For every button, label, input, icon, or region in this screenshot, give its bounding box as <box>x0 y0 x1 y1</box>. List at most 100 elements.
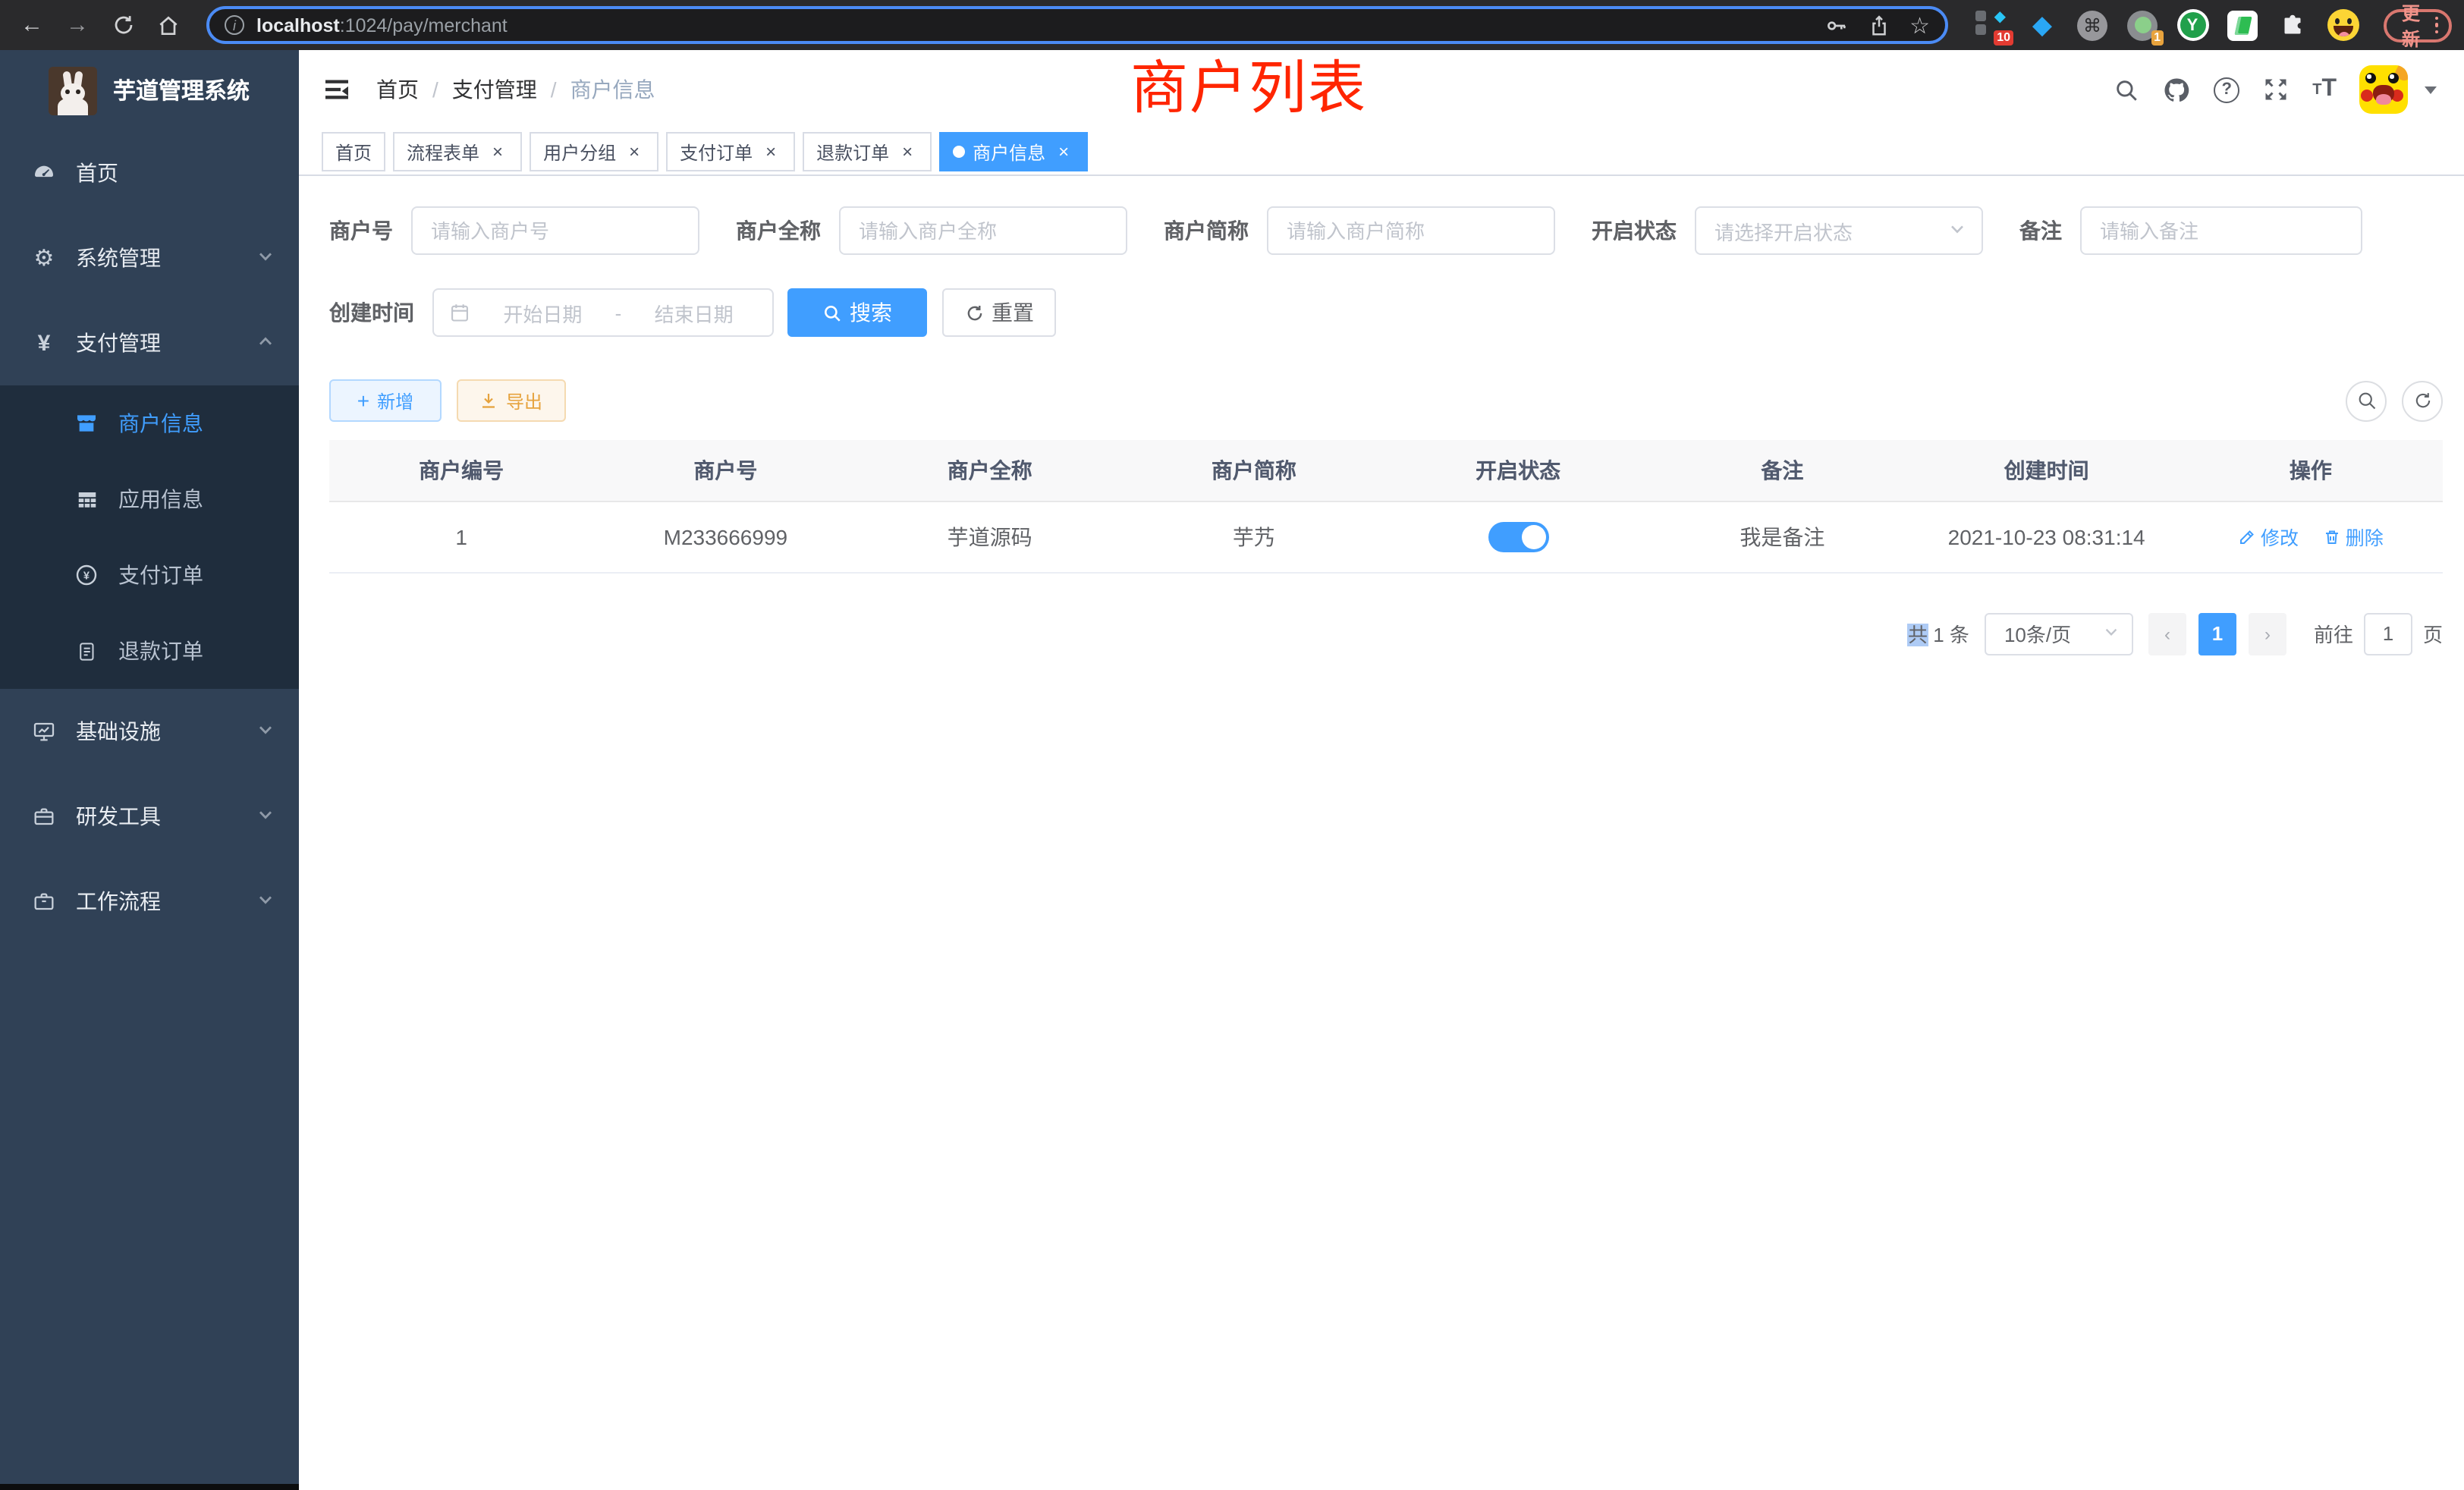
chevron-down-icon <box>256 246 275 270</box>
sidebar-item-system[interactable]: ⚙ 系统管理 <box>0 215 299 300</box>
sidebar-item-label: 系统管理 <box>76 243 161 273</box>
date-separator: - <box>615 301 622 324</box>
sidebar-item-merchant-info[interactable]: 商户信息 <box>0 385 299 461</box>
table-header-row: 商户编号 商户号 商户全称 商户简称 开启状态 备注 创建时间 操作 <box>329 440 2443 501</box>
leaf-icon <box>2233 16 2251 34</box>
status-select[interactable]: 请选择开启状态 <box>1695 206 1983 255</box>
font-size-button[interactable]: TT <box>2312 76 2337 103</box>
page-size-select[interactable]: 10条/页 <box>1985 612 2133 655</box>
sidebar-item-home[interactable]: 首页 <box>0 130 299 215</box>
extension-command-icon[interactable]: ⌘ <box>2076 7 2109 43</box>
prev-page-button[interactable]: ‹ <box>2148 612 2186 655</box>
cell-merchant-name: 芋道源码 <box>858 501 1122 572</box>
user-avatar[interactable] <box>2359 65 2408 114</box>
diamond-icon: ◆ <box>1994 8 2006 25</box>
url-text[interactable]: localhost:1024/pay/merchant <box>256 14 1811 36</box>
sidebar-item-app-info[interactable]: 应用信息 <box>0 461 299 537</box>
breadcrumb-separator: / <box>432 77 438 102</box>
site-info-icon[interactable]: i <box>225 15 244 35</box>
reset-button[interactable]: 重置 <box>942 288 1056 337</box>
sidebar-submenu-pay: 商户信息 应用信息 ¥ 支付订单 <box>0 385 299 689</box>
help-button[interactable]: ? <box>2214 77 2239 102</box>
create-time-label: 创建时间 <box>329 297 414 328</box>
merchant-short-input[interactable] <box>1267 206 1555 255</box>
add-button-label: 新增 <box>377 388 413 413</box>
avatar-dropdown-caret-icon[interactable] <box>2425 86 2437 93</box>
status-toggle[interactable] <box>1488 521 1548 552</box>
edit-link[interactable]: 修改 <box>2238 522 2299 551</box>
create-time-range-picker[interactable]: 开始日期 - 结束日期 <box>432 288 774 337</box>
sidebar-item-workflow[interactable]: 工作流程 <box>0 859 299 944</box>
close-icon[interactable]: × <box>897 141 918 162</box>
browser-reload-button[interactable] <box>103 5 143 45</box>
tab-label: 流程表单 <box>407 139 479 165</box>
gear-icon: ⚙ <box>30 244 58 272</box>
extension-y-icon[interactable]: Y <box>2176 7 2209 43</box>
remark-input[interactable] <box>2080 206 2362 255</box>
fullscreen-button[interactable] <box>2262 76 2290 103</box>
status-select-placeholder: 请选择开启状态 <box>1714 216 1853 245</box>
chevron-down-icon <box>256 804 275 828</box>
merchant-name-input[interactable] <box>839 206 1127 255</box>
sidebar-logo[interactable]: 芋道管理系统 <box>0 50 299 130</box>
start-date-placeholder[interactable]: 开始日期 <box>479 298 606 327</box>
tab-home[interactable]: 首页 <box>322 132 385 171</box>
share-icon[interactable] <box>1867 13 1890 37</box>
close-icon[interactable]: × <box>760 141 781 162</box>
total-rest: 1 条 <box>1933 624 1969 646</box>
refresh-table-button[interactable] <box>2402 380 2443 421</box>
tab-process-form[interactable]: 流程表单 × <box>393 132 522 171</box>
extension-status-icon[interactable]: 1 <box>2126 7 2159 43</box>
sidebar-item-refund-order[interactable]: 退款订单 <box>0 613 299 689</box>
sidebar-item-pay-order[interactable]: ¥ 支付订单 <box>0 537 299 613</box>
merchant-table: 商户编号 商户号 商户全称 商户简称 开启状态 备注 创建时间 操作 1 <box>329 440 2443 573</box>
question-icon: ? <box>2214 77 2239 102</box>
download-icon <box>480 391 498 410</box>
sidebar-item-infra[interactable]: 基础设施 <box>0 689 299 774</box>
goto-page-input[interactable] <box>2364 612 2412 655</box>
close-icon[interactable]: × <box>487 141 508 162</box>
refresh-icon <box>964 303 984 322</box>
breadcrumb: 首页 / 支付管理 / 商户信息 <box>376 74 655 105</box>
plus-icon: + <box>357 388 369 413</box>
breadcrumb-home[interactable]: 首页 <box>376 74 419 105</box>
header-search-button[interactable] <box>2114 77 2139 102</box>
sidebar-collapse-button[interactable] <box>322 74 352 105</box>
toggle-search-button[interactable] <box>2346 380 2387 421</box>
sidebar-item-devtools[interactable]: 研发工具 <box>0 774 299 859</box>
search-button[interactable]: 搜索 <box>787 288 927 337</box>
home-icon <box>156 13 181 37</box>
delete-link[interactable]: 删除 <box>2323 522 2384 551</box>
next-page-button[interactable]: › <box>2249 612 2286 655</box>
end-date-placeholder[interactable]: 结束日期 <box>630 298 757 327</box>
github-link[interactable] <box>2162 75 2191 104</box>
tab-user-group[interactable]: 用户分组× <box>530 132 658 171</box>
browser-home-button[interactable] <box>149 5 188 45</box>
browser-update-button[interactable]: 更新 <box>2384 8 2452 42</box>
extensions-menu-button[interactable] <box>2276 7 2309 43</box>
sidebar-item-pay[interactable]: ¥ 支付管理 <box>0 300 299 385</box>
browser-back-button[interactable]: ← <box>12 5 52 45</box>
goto-label: 前往 <box>2314 619 2353 648</box>
extension-devtool-icon[interactable]: ◆ 10 <box>1975 7 2009 43</box>
tab-pay-order[interactable]: 支付订单× <box>666 132 795 171</box>
export-button[interactable]: 导出 <box>457 379 566 422</box>
tab-merchant-info[interactable]: 商户信息× <box>939 132 1088 171</box>
chevron-down-icon <box>256 889 275 913</box>
bookmark-star-icon[interactable]: ☆ <box>1909 11 1930 39</box>
browser-profile-avatar[interactable] <box>2326 7 2359 43</box>
merchant-no-input[interactable] <box>411 206 699 255</box>
extension-gem-icon[interactable]: ◆ <box>2026 7 2059 43</box>
sidebar: 芋道管理系统 首页 ⚙ 系统管理 ¥ 支付管理 <box>0 50 299 1490</box>
breadcrumb-pay: 支付管理 <box>452 74 537 105</box>
kebab-menu-icon[interactable] <box>2434 17 2438 34</box>
password-key-icon[interactable] <box>1823 13 1847 37</box>
address-bar[interactable]: i localhost:1024/pay/merchant ☆ <box>206 6 1948 44</box>
browser-forward-button[interactable]: → <box>58 5 97 45</box>
close-icon[interactable]: × <box>624 141 645 162</box>
close-icon[interactable]: × <box>1053 141 1074 162</box>
extension-leaf-icon[interactable] <box>2226 7 2259 43</box>
tab-refund-order[interactable]: 退款订单× <box>803 132 932 171</box>
add-button[interactable]: + 新增 <box>329 379 442 422</box>
page-number-1[interactable]: 1 <box>2198 612 2236 655</box>
